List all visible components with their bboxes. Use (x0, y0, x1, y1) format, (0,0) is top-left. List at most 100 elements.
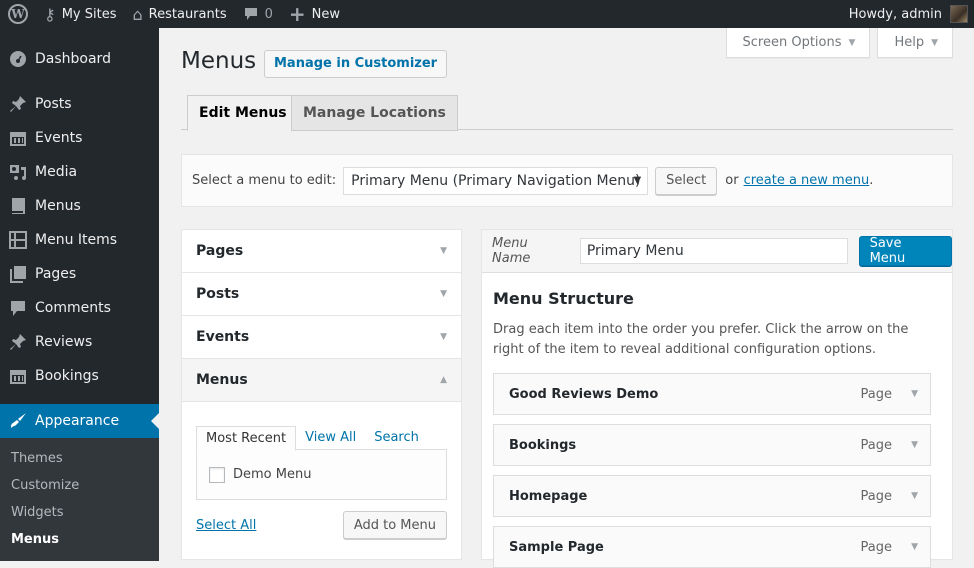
sidebar-item-posts[interactable]: Posts (0, 87, 159, 121)
menu-item-type: Page (860, 437, 892, 453)
admin-sidebar: Dashboard Posts Events Media Menus Menu … (0, 28, 159, 561)
tab-edit-menus[interactable]: Edit Menus (187, 95, 299, 131)
menu-item-title: Sample Page (509, 539, 604, 555)
sidebar-label: Reviews (35, 334, 93, 350)
screen-options-label: Screen Options (742, 35, 842, 50)
subtab-search[interactable]: Search (365, 426, 428, 450)
arrow-down-icon[interactable]: ▼ (911, 491, 918, 501)
accordion-section-pages[interactable]: Pages ▼ (182, 230, 461, 273)
accordion-section-menus[interactable]: Menus ▲ (182, 359, 461, 402)
subtab-most-recent[interactable]: Most Recent (196, 426, 297, 451)
selected-menu: Primary Menu (Primary Navigation Menu) (351, 172, 641, 189)
media-icon (8, 162, 28, 182)
appearance-submenu: Themes Customize Widgets Menus (0, 438, 159, 561)
add-menu-items-accordion: Pages ▼ Posts ▼ Events ▼ Menus ▲ Most Re… (181, 229, 462, 560)
pages-icon (8, 264, 28, 284)
sidebar-item-menus[interactable]: Menus (0, 189, 159, 223)
menu-item-title: Bookings (509, 437, 577, 453)
menu-item-type: Page (860, 488, 892, 504)
pin-icon (8, 332, 28, 352)
submenu-item-widgets[interactable]: Widgets (0, 499, 159, 526)
arrow-up-icon: ▲ (440, 375, 447, 385)
menu-item-type: Page (860, 386, 892, 402)
paintbrush-icon (8, 411, 28, 431)
save-menu-button[interactable]: Save Menu (858, 236, 952, 266)
menu-item-type: Page (860, 539, 892, 555)
menu-item-row[interactable]: Homepage Page ▼ (493, 475, 931, 517)
sidebar-label: Pages (35, 266, 77, 282)
section-title: Posts (196, 286, 240, 302)
admin-bar: W ⚷ My Sites ⌂ Restaurants 0 + New Howdy… (0, 0, 974, 28)
submenu-item-customize[interactable]: Customize (0, 472, 159, 499)
menu-item-row[interactable]: Sample Page Page ▼ (493, 526, 931, 568)
wordpress-logo-button[interactable]: W (0, 0, 36, 28)
caret-down-icon: ▼ (848, 37, 856, 48)
sidebar-label: Dashboard (35, 51, 111, 67)
sidebar-label: Media (35, 164, 78, 180)
most-recent-panel: Demo Menu (196, 449, 447, 500)
period: . (869, 173, 874, 188)
menu-body: Menu Structure Drag each item into the o… (482, 273, 952, 568)
demo-menu-checkbox[interactable] (209, 466, 225, 483)
menu-name-label: Menu Name (492, 236, 531, 266)
sidebar-label: Menu Items (35, 232, 118, 248)
menu-item-row[interactable]: Bookings Page ▼ (493, 424, 931, 466)
screen-options-button[interactable]: Screen Options ▼ (725, 28, 871, 58)
menu-select-dropdown[interactable]: Primary Menu (Primary Navigation Menu) ▼ (343, 166, 649, 195)
accordion-body-menus: Most Recent View All Search Demo Menu Se… (182, 402, 461, 539)
arrow-down-icon: ▼ (440, 332, 447, 342)
menu-name-input[interactable]: Primary Menu (579, 238, 848, 264)
arrow-down-icon[interactable]: ▼ (911, 389, 918, 399)
avatar (950, 5, 968, 23)
screen-meta-links: Screen Options ▼ Help ▼ (725, 28, 953, 58)
calendar-icon (8, 366, 28, 386)
menu-header: Menu Name Primary Menu Save Menu (482, 230, 952, 273)
menu-item-title: Homepage (509, 488, 588, 504)
menu-item-title: Good Reviews Demo (509, 386, 659, 402)
sidebar-label: Posts (35, 96, 72, 112)
arrow-down-icon[interactable]: ▼ (911, 542, 918, 552)
add-to-menu-button[interactable]: Add to Menu (342, 511, 447, 539)
site-name-menu[interactable]: ⌂ Restaurants (125, 0, 235, 28)
sidebar-label: Appearance (35, 413, 120, 429)
sidebar-item-appearance[interactable]: Appearance (0, 404, 159, 438)
select-menu-label: Select a menu to edit: (192, 173, 337, 188)
nav-tabs: Edit Menus Manage Locations (181, 95, 953, 131)
menu-select-bar: Select a menu to edit: Primary Menu (Pri… (181, 154, 953, 207)
accordion-section-posts[interactable]: Posts ▼ (182, 273, 461, 316)
plus-icon: + (288, 2, 306, 26)
home-icon: ⌂ (132, 4, 143, 24)
select-all-link[interactable]: Select All (196, 518, 256, 533)
comments-menu[interactable]: 0 (235, 0, 281, 28)
sidebar-item-dashboard[interactable]: Dashboard (0, 42, 159, 76)
account-menu[interactable]: Howdy, admin (841, 0, 974, 28)
arrow-down-icon[interactable]: ▼ (911, 440, 918, 450)
select-button[interactable]: Select (655, 166, 718, 195)
menu-management: Menu Name Primary Menu Save Menu Menu St… (481, 229, 953, 568)
sidebar-item-pages[interactable]: Pages (0, 257, 159, 291)
menu-instructions: Drag each item into the order you prefer… (493, 322, 909, 357)
sidebar-label: Bookings (35, 368, 99, 384)
comment-icon (8, 298, 28, 318)
sidebar-label: Events (35, 130, 83, 146)
help-button[interactable]: Help ▼ (877, 28, 953, 58)
arrow-down-icon: ▼ (440, 289, 447, 299)
accordion-section-events[interactable]: Events ▼ (182, 316, 461, 359)
subtab-view-all[interactable]: View All (296, 426, 365, 450)
tab-manage-locations[interactable]: Manage Locations (291, 95, 458, 131)
sidebar-item-reviews[interactable]: Reviews (0, 325, 159, 359)
submenu-item-themes[interactable]: Themes (0, 445, 159, 472)
sidebar-item-media[interactable]: Media (0, 155, 159, 189)
help-label: Help (894, 35, 925, 50)
sidebar-item-bookings[interactable]: Bookings (0, 359, 159, 393)
sidebar-item-comments[interactable]: Comments (0, 291, 159, 325)
menu-item-row[interactable]: Good Reviews Demo Page ▼ (493, 373, 931, 415)
submenu-item-menus[interactable]: Menus (0, 526, 159, 553)
my-sites-menu[interactable]: ⚷ My Sites (36, 0, 125, 28)
create-new-menu-link[interactable]: create a new menu (744, 173, 870, 188)
sidebar-item-events[interactable]: Events (0, 121, 159, 155)
new-content-menu[interactable]: + New (281, 0, 348, 28)
manage-in-customizer-button[interactable]: Manage in Customizer (264, 50, 448, 78)
checkbox-label: Demo Menu (233, 467, 312, 482)
sidebar-item-menu-items[interactable]: Menu Items (0, 223, 159, 257)
